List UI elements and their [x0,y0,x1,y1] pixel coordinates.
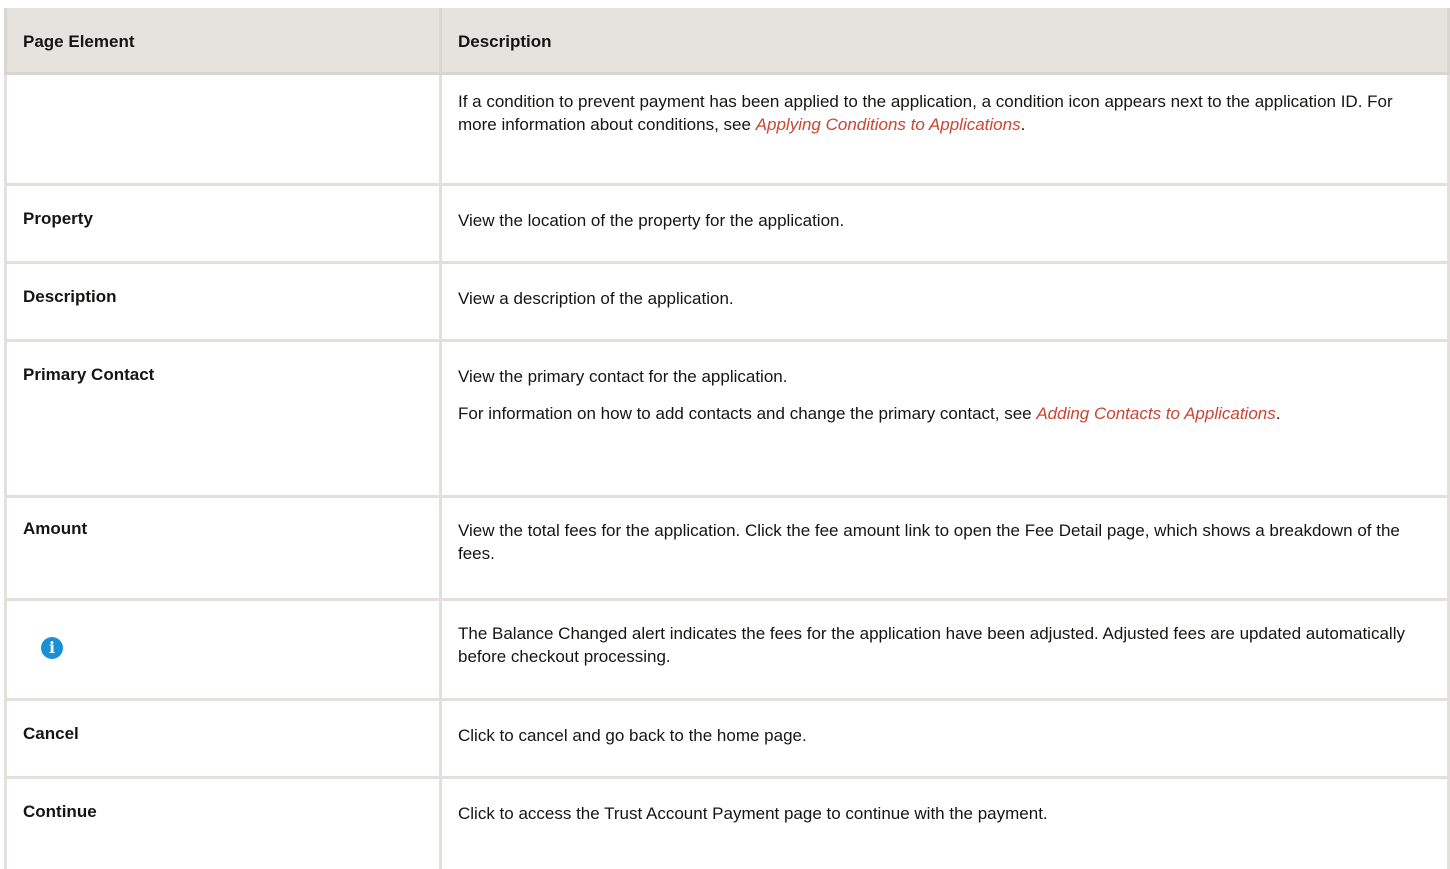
page-elements-table: Page Element Description If a condition … [4,8,1450,869]
row-element-cell: Continue [4,779,442,869]
header-description: Description [442,8,1450,72]
description-text-end: . [1275,404,1281,423]
row-description-extra: For information on how to add contacts a… [458,402,1433,425]
row-description-cell: Click to cancel and go back to the home … [442,701,1450,776]
row-description: View the location of the property for th… [458,211,845,230]
table-row: Primary Contact View the primary contact… [4,342,1450,498]
row-description-cell: The Balance Changed alert indicates the … [442,601,1450,698]
element-label-cancel: Cancel [23,724,79,743]
row-description-cell: View a description of the application. [442,264,1450,339]
element-label-primary-contact: Primary Contact [23,365,155,384]
row-description: Click to cancel and go back to the home … [458,726,807,745]
row-element-cell: Property [4,186,442,261]
row-element-cell [4,75,442,183]
row-description-cell: View the location of the property for th… [442,186,1450,261]
row-description: Click to access the Trust Account Paymen… [458,804,1048,823]
info-icon: i [41,637,63,659]
row-description-cell: If a condition to prevent payment has be… [442,75,1450,183]
table-row: Amount View the total fees for the appli… [4,498,1450,601]
table-row: Description View a description of the ap… [4,264,1450,342]
row-element-cell: Description [4,264,442,339]
table-row: Cancel Click to cancel and go back to th… [4,701,1450,779]
applying-conditions-link[interactable]: Applying Conditions to Applications [756,115,1021,134]
row-description: View the total fees for the application.… [458,521,1400,563]
adding-contacts-link[interactable]: Adding Contacts to Applications [1036,404,1275,423]
row-description-cell: Click to access the Trust Account Paymen… [442,779,1450,869]
row-description-cell: View the primary contact for the applica… [442,342,1450,495]
description-text: For information on how to add contacts a… [458,404,1037,423]
table-row: Property View the location of the proper… [4,186,1450,264]
table-row: i The Balance Changed alert indicates th… [4,601,1450,701]
row-description: View a description of the application. [458,289,734,308]
header-page-element: Page Element [4,8,442,72]
row-description: The Balance Changed alert indicates the … [458,624,1405,666]
element-label-continue: Continue [23,802,97,821]
row-description: If a condition to prevent payment has be… [458,90,1433,136]
row-description: View the primary contact for the applica… [458,367,788,386]
row-description-cell: View the total fees for the application.… [442,498,1450,598]
element-label-description: Description [23,287,117,306]
row-element-cell: Cancel [4,701,442,776]
description-text-end: . [1020,115,1026,134]
table-row: If a condition to prevent payment has be… [4,75,1450,186]
row-element-cell: Amount [4,498,442,598]
element-label-property: Property [23,209,93,228]
table-header-row: Page Element Description [4,8,1450,75]
row-element-cell: i [4,601,442,698]
table-row: Continue Click to access the Trust Accou… [4,779,1450,869]
row-element-cell: Primary Contact [4,342,442,495]
element-label-amount: Amount [23,519,88,538]
